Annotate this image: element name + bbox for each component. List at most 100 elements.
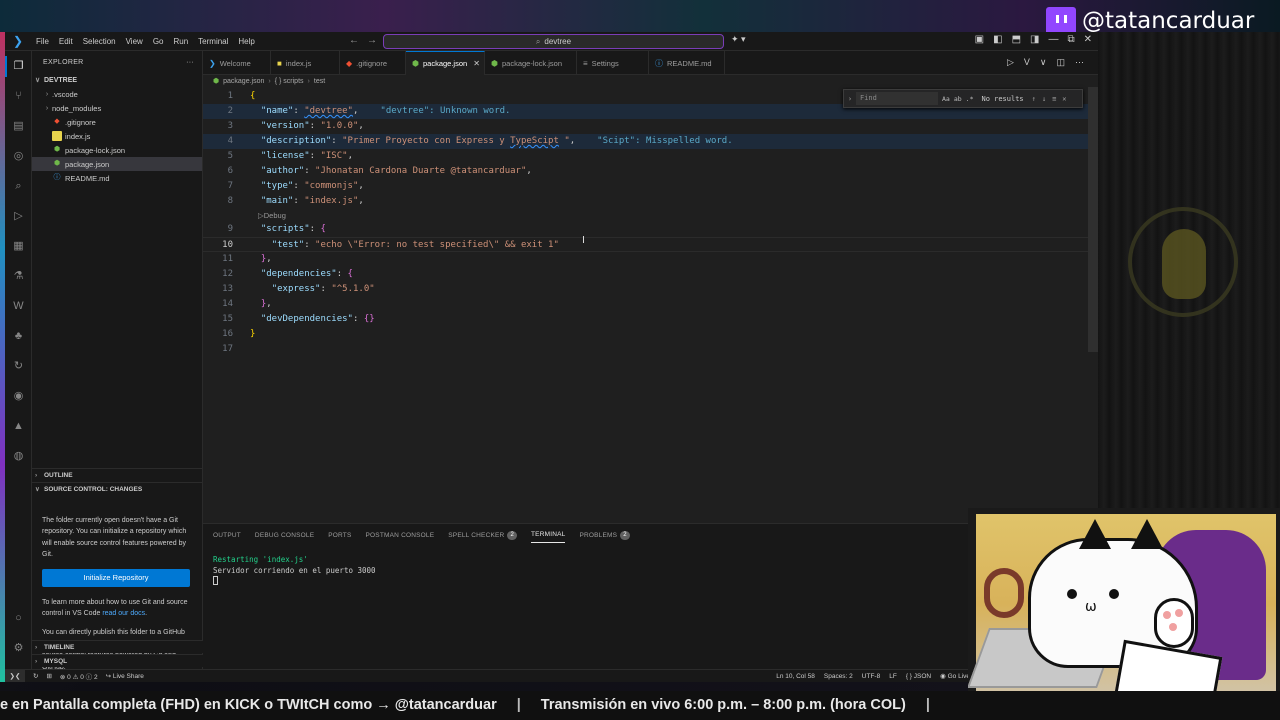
- extensions-icon[interactable]: ▦: [11, 239, 26, 254]
- menu-view[interactable]: View: [121, 32, 148, 51]
- tab-debug-console[interactable]: DEBUG CONSOLE: [255, 527, 314, 543]
- docker-icon[interactable]: ↻: [11, 359, 26, 374]
- remote-icon[interactable]: ❯❮: [5, 669, 25, 682]
- tab-settings[interactable]: ≡ Settings: [577, 51, 649, 75]
- find-selection-icon[interactable]: ≡: [1052, 95, 1056, 103]
- restore-icon[interactable]: ⧉: [1067, 34, 1074, 45]
- run-debug-icon[interactable]: ▷: [11, 209, 26, 224]
- tab-welcome[interactable]: ❯ Welcome: [203, 51, 271, 75]
- menu-file[interactable]: File: [31, 32, 54, 51]
- postman-icon[interactable]: ◉: [11, 389, 26, 404]
- breadcrumb-test[interactable]: test: [314, 78, 325, 85]
- breadcrumb-scripts[interactable]: { } scripts: [275, 78, 304, 85]
- code-editor[interactable]: 1 { 2 "name": "devtree", "devtree": Unkno…: [203, 87, 1088, 523]
- gitlens-icon[interactable]: ▲: [11, 419, 26, 434]
- minimize-icon[interactable]: —: [1048, 34, 1058, 45]
- language-mode[interactable]: { } JSON: [906, 670, 931, 682]
- manage-gear-icon[interactable]: ⚙: [11, 641, 26, 656]
- close-tab-icon[interactable]: ✕: [473, 59, 480, 68]
- chevron-right-icon[interactable]: ›: [844, 95, 856, 103]
- tab-index-js[interactable]: ■ index.js: [271, 51, 340, 75]
- source-control-section[interactable]: ∨ SOURCE CONTROL: CHANGES: [32, 482, 203, 495]
- tree-item-readme[interactable]: ⓘ README.md: [32, 171, 202, 185]
- end-of-line[interactable]: LF: [889, 670, 897, 682]
- find-input[interactable]: Find: [856, 92, 938, 105]
- testing-icon[interactable]: ⚗: [11, 269, 26, 284]
- close-icon[interactable]: ✕: [1084, 34, 1092, 45]
- indentation[interactable]: Spaces: 2: [824, 670, 853, 682]
- sync-icon[interactable]: ↻: [33, 672, 38, 680]
- debug-codelens[interactable]: ▷Debug: [258, 210, 286, 222]
- back-arrow-icon[interactable]: ←: [349, 35, 359, 46]
- toggle-panel-icon[interactable]: ⬒: [1012, 34, 1021, 45]
- arrow-down-icon[interactable]: ↓: [1042, 95, 1046, 103]
- github-icon[interactable]: ◍: [11, 449, 26, 464]
- tree-item-vscode[interactable]: › .vscode: [32, 87, 202, 101]
- tab-package-lock[interactable]: ⬢ package-lock.json: [485, 51, 577, 75]
- run-icon[interactable]: ▷: [1007, 57, 1014, 68]
- tab-readme[interactable]: ⓘ README.md: [649, 51, 725, 75]
- vscode-window: ❯ File Edit Selection View Go Run Termin…: [5, 32, 1098, 682]
- more-actions-icon[interactable]: ···: [186, 59, 194, 66]
- timeline-section[interactable]: › TIMELINE: [32, 640, 203, 653]
- command-center[interactable]: ⌕ devtree: [383, 34, 724, 49]
- tab-terminal[interactable]: TERMINAL: [530, 527, 566, 543]
- whole-word-toggle[interactable]: ab: [954, 95, 962, 103]
- tab-gitignore[interactable]: ◆ .gitignore: [340, 51, 406, 75]
- close-icon[interactable]: ✕: [1062, 95, 1066, 103]
- database-icon[interactable]: ◎: [11, 149, 26, 164]
- tab-spell-checker[interactable]: SPELL CHECKER 2: [448, 527, 517, 543]
- menu-edit[interactable]: Edit: [54, 32, 78, 51]
- mysql-section[interactable]: › MYSQL: [32, 654, 203, 667]
- split-editor-icon[interactable]: ◫: [1056, 57, 1065, 68]
- tab-problems[interactable]: PROBLEMS 2: [579, 527, 630, 543]
- chevron-down-icon[interactable]: ∨: [1040, 57, 1047, 68]
- arrow-up-icon[interactable]: ↑: [1032, 95, 1036, 103]
- workspace-folder[interactable]: ∨ DEVTREE: [32, 73, 202, 87]
- regex-toggle[interactable]: .*: [966, 95, 974, 103]
- toggle-secondary-icon[interactable]: ◨: [1030, 34, 1039, 45]
- outline-section[interactable]: › OUTLINE: [32, 468, 203, 481]
- tree-icon[interactable]: ♣: [11, 329, 26, 344]
- tree-item-node-modules[interactable]: › node_modules: [32, 101, 202, 115]
- tree-item-index-js[interactable]: index.js: [32, 129, 202, 143]
- initialize-repository-button[interactable]: Initialize Repository: [42, 568, 190, 587]
- remote-explorer-icon[interactable]: ▤: [11, 119, 26, 134]
- encoding[interactable]: UTF-8: [862, 670, 880, 682]
- vim-icon[interactable]: V: [1024, 57, 1030, 68]
- more-actions-icon[interactable]: ⋯: [1075, 57, 1084, 68]
- cursor-position[interactable]: Ln 10, Col 58: [776, 670, 815, 682]
- js-file-icon: [52, 131, 62, 141]
- ports-icon[interactable]: ⊞: [46, 672, 51, 680]
- account-icon[interactable]: ○: [11, 611, 26, 626]
- live-share-status[interactable]: ↪ Live Share: [106, 672, 144, 680]
- menu-run[interactable]: Run: [168, 32, 193, 51]
- layout-icon[interactable]: ▣: [975, 34, 984, 45]
- go-live-button[interactable]: ◉ Go Live: [940, 670, 970, 682]
- source-control-icon[interactable]: ⑂: [11, 89, 26, 104]
- tab-ports[interactable]: PORTS: [328, 527, 351, 543]
- breadcrumb-file[interactable]: package.json: [223, 78, 264, 85]
- tab-output[interactable]: OUTPUT: [213, 527, 241, 543]
- search-icon[interactable]: ⌕: [11, 179, 26, 194]
- tab-package-json[interactable]: ⬢ package.json ✕: [406, 51, 485, 75]
- tree-item-package-json[interactable]: ⬢ package.json: [32, 157, 202, 171]
- menu-terminal[interactable]: Terminal: [193, 32, 233, 51]
- tree-item-gitignore[interactable]: ◆ .gitignore: [32, 115, 202, 129]
- terminal-output[interactable]: Restarting 'index.js' Servidor corriendo…: [213, 554, 376, 588]
- toggle-sidebar-icon[interactable]: ◧: [993, 34, 1002, 45]
- forward-arrow-icon[interactable]: →: [367, 35, 377, 46]
- read-docs-link[interactable]: read our docs: [102, 610, 145, 617]
- problems-status[interactable]: ⊗ 0 ⚠ 0 ⓘ 2: [60, 671, 98, 681]
- editor-scrollbar[interactable]: [1088, 87, 1098, 352]
- match-case-toggle[interactable]: Aa: [942, 95, 950, 103]
- copilot-icon[interactable]: ✦ ▾: [731, 34, 746, 45]
- explorer-icon[interactable]: ❐: [5, 56, 26, 77]
- menu-help[interactable]: Help: [233, 32, 259, 51]
- tab-postman-console[interactable]: POSTMAN CONSOLE: [366, 527, 435, 543]
- w-extension-icon[interactable]: W: [11, 299, 26, 314]
- menu-go[interactable]: Go: [148, 32, 169, 51]
- tree-item-package-lock[interactable]: ⬢ package-lock.json: [32, 143, 202, 157]
- menu-selection[interactable]: Selection: [78, 32, 121, 51]
- git-file-icon: ◆: [54, 118, 60, 125]
